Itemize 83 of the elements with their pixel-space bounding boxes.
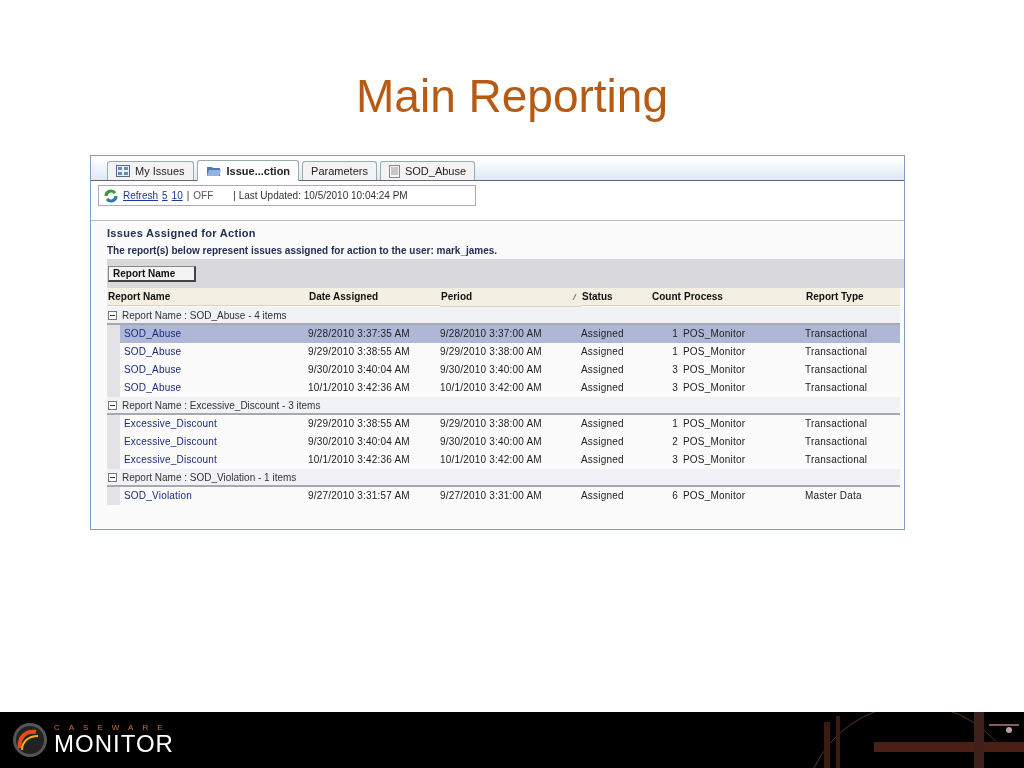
column-header[interactable]: Report Type [805,288,900,306]
product-name: MONITOR [54,732,174,756]
table-cell-text: 9/29/2010 3:38:00 AM [440,417,543,431]
table-cell-text: POS_Monitor [683,345,747,359]
table-cell-text: 9/27/2010 3:31:57 AM [308,489,411,503]
table-cell-text: 2 [671,435,679,449]
column-header[interactable]: Status [581,288,651,306]
table-cell-text: 9/30/2010 3:40:00 AM [440,363,543,377]
table-cell-text: 10/1/2010 3:42:36 AM [308,453,411,467]
table-cell-text: 9/30/2010 3:40:04 AM [308,363,411,377]
table-cell-text: 10/1/2010 3:42:36 AM [308,381,411,395]
table-cell-text: 3 [671,363,679,377]
interval-link[interactable]: 5 [162,190,168,201]
table-cell: Assigned [581,325,651,343]
collapse-icon[interactable] [108,400,117,410]
refresh-icon[interactable] [103,188,119,203]
table-cell-text: Assigned [581,345,625,359]
tab[interactable]: SOD_Abuse [379,161,476,180]
table-cell-text: 1 [671,417,679,431]
document-icon [388,164,400,178]
table-cell-text: 10/1/2010 3:42:00 AM [440,381,543,395]
group-label: Report Name : Excessive_Discount - 3 items [122,399,321,411]
table-cell-text: Master Data [805,489,863,503]
table-cell-text: 1 [671,345,679,359]
table-cell-text: Assigned [581,489,625,503]
table-cell-text: 9/30/2010 3:40:04 AM [308,435,411,449]
last-updated-text: | Last Updated: 10/5/2010 10:04:24 PM [233,190,408,201]
table-cell-text: 9/29/2010 3:38:55 AM [308,417,411,431]
table-cell-text: POS_Monitor [683,453,747,467]
table-cell-text: POS_Monitor [683,363,747,377]
swirl-logo-icon [12,722,48,758]
collapse-icon[interactable] [108,310,117,320]
sort-icon [572,293,577,301]
report-link[interactable]: SOD_Abuse [107,325,308,343]
column-header[interactable]: Report Name [107,288,308,306]
table-cell-text: POS_Monitor [683,417,747,431]
table-cell-text: 10/1/2010 3:42:00 AM [440,453,543,467]
tab[interactable]: Parameters [302,161,377,180]
tab[interactable]: My Issues [107,161,194,180]
table-cell-text: Assigned [581,453,625,467]
table-cell-text: POS_Monitor [683,489,747,503]
table-cell-text: 9/27/2010 3:31:00 AM [440,489,543,503]
column-header[interactable]: Process [683,288,805,306]
table-cell-text: Transactional [805,453,869,467]
table-cell: 1 [651,325,683,343]
table-cell-text: 9/30/2010 3:40:00 AM [440,435,543,449]
table-cell-text: Assigned [581,417,625,431]
interval-link[interactable]: 10 [171,190,183,201]
table-cell-text: 9/29/2010 3:38:00 AM [440,345,543,359]
grid-icon [116,165,130,177]
table-cell-text: 3 [671,453,679,467]
off-link[interactable]: OFF [193,190,214,201]
table-cell-text: Transactional [805,363,869,377]
table-cell: 9/28/2010 3:37:00 AM [440,325,581,343]
collapse-icon[interactable] [108,472,117,482]
group-label: Report Name : SOD_Abuse - 4 items [122,309,287,321]
refresh-link[interactable]: Refresh [123,190,158,201]
group-by-button[interactable]: Report Name [108,265,196,282]
section-title: Issues Assigned for Action [107,227,257,239]
table-cell: 9/28/2010 3:37:35 AM [308,325,440,343]
table-cell-text: Transactional [805,417,869,431]
table-cell-text: POS_Monitor [683,435,747,449]
table-cell: POS_Monitor [683,325,805,343]
table-cell-text: Transactional [805,435,869,449]
column-header[interactable]: Count [651,288,683,306]
table-cell-text: Assigned [581,435,625,449]
tab[interactable]: Issue...ction [196,160,300,181]
group-label: Report Name : SOD_Violation - 1 items [122,471,297,483]
brand-text: CASEWARE [54,724,173,732]
table-cell-text: 9/29/2010 3:38:55 AM [308,345,411,359]
table-cell-text: Transactional [805,381,869,395]
separator-text: | [186,190,190,201]
table-cell-text: Transactional [805,345,869,359]
folder-icon [205,165,222,177]
column-header[interactable]: Date Assigned [308,288,440,306]
table-cell-text: 3 [671,381,679,395]
slide-title: Main Reporting [355,69,669,124]
table-cell-text: 6 [671,489,679,503]
table-cell-text: POS_Monitor [683,381,747,395]
table-cell-text: Assigned [581,363,625,377]
table-cell-text: Assigned [581,381,625,395]
table-cell: Transactional [805,325,900,343]
section-description: The report(s) below represent issues assigned for action to the user: mark_james. [107,245,499,256]
